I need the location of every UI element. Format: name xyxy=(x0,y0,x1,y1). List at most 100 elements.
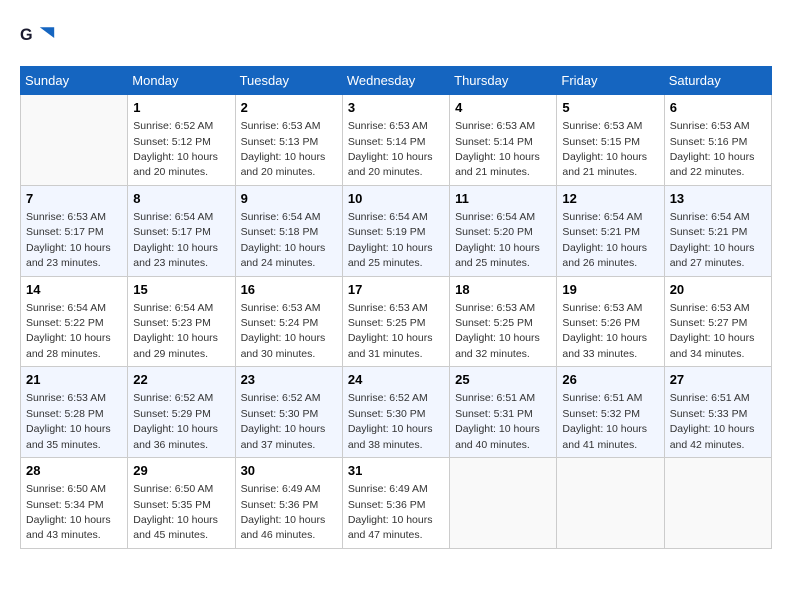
weekday-header-tuesday: Tuesday xyxy=(235,67,342,95)
day-number: 27 xyxy=(670,371,766,389)
sunrise-info: Sunrise: 6:53 AMSunset: 5:26 PMDaylight:… xyxy=(562,302,647,360)
weekday-header-wednesday: Wednesday xyxy=(342,67,449,95)
page-header: G xyxy=(20,20,772,56)
day-number: 26 xyxy=(562,371,658,389)
calendar-cell: 6 Sunrise: 6:53 AMSunset: 5:16 PMDayligh… xyxy=(664,95,771,186)
day-number: 2 xyxy=(241,99,337,117)
day-number: 13 xyxy=(670,190,766,208)
calendar-cell: 4 Sunrise: 6:53 AMSunset: 5:14 PMDayligh… xyxy=(450,95,557,186)
day-number: 1 xyxy=(133,99,229,117)
calendar-cell: 22 Sunrise: 6:52 AMSunset: 5:29 PMDaylig… xyxy=(128,367,235,458)
sunrise-info: Sunrise: 6:52 AMSunset: 5:29 PMDaylight:… xyxy=(133,392,218,450)
calendar-cell xyxy=(557,458,664,549)
calendar-cell: 14 Sunrise: 6:54 AMSunset: 5:22 PMDaylig… xyxy=(21,276,128,367)
day-number: 5 xyxy=(562,99,658,117)
calendar-cell xyxy=(664,458,771,549)
sunrise-info: Sunrise: 6:49 AMSunset: 5:36 PMDaylight:… xyxy=(241,483,326,541)
day-number: 7 xyxy=(26,190,122,208)
day-number: 10 xyxy=(348,190,444,208)
sunrise-info: Sunrise: 6:53 AMSunset: 5:13 PMDaylight:… xyxy=(241,120,326,178)
calendar-table: SundayMondayTuesdayWednesdayThursdayFrid… xyxy=(20,66,772,549)
svg-text:G: G xyxy=(20,26,33,44)
day-number: 12 xyxy=(562,190,658,208)
day-number: 19 xyxy=(562,281,658,299)
day-number: 6 xyxy=(670,99,766,117)
calendar-cell: 28 Sunrise: 6:50 AMSunset: 5:34 PMDaylig… xyxy=(21,458,128,549)
sunrise-info: Sunrise: 6:51 AMSunset: 5:32 PMDaylight:… xyxy=(562,392,647,450)
day-number: 16 xyxy=(241,281,337,299)
logo-icon: G xyxy=(20,20,56,56)
weekday-header-saturday: Saturday xyxy=(664,67,771,95)
calendar-cell xyxy=(21,95,128,186)
sunrise-info: Sunrise: 6:54 AMSunset: 5:22 PMDaylight:… xyxy=(26,302,111,360)
day-number: 4 xyxy=(455,99,551,117)
sunrise-info: Sunrise: 6:54 AMSunset: 5:20 PMDaylight:… xyxy=(455,211,540,269)
weekday-header-sunday: Sunday xyxy=(21,67,128,95)
calendar-cell: 12 Sunrise: 6:54 AMSunset: 5:21 PMDaylig… xyxy=(557,185,664,276)
calendar-cell: 17 Sunrise: 6:53 AMSunset: 5:25 PMDaylig… xyxy=(342,276,449,367)
sunrise-info: Sunrise: 6:50 AMSunset: 5:35 PMDaylight:… xyxy=(133,483,218,541)
sunrise-info: Sunrise: 6:53 AMSunset: 5:24 PMDaylight:… xyxy=(241,302,326,360)
day-number: 3 xyxy=(348,99,444,117)
calendar-cell: 15 Sunrise: 6:54 AMSunset: 5:23 PMDaylig… xyxy=(128,276,235,367)
sunrise-info: Sunrise: 6:51 AMSunset: 5:31 PMDaylight:… xyxy=(455,392,540,450)
sunrise-info: Sunrise: 6:49 AMSunset: 5:36 PMDaylight:… xyxy=(348,483,433,541)
calendar-cell: 25 Sunrise: 6:51 AMSunset: 5:31 PMDaylig… xyxy=(450,367,557,458)
calendar-week-row: 21 Sunrise: 6:53 AMSunset: 5:28 PMDaylig… xyxy=(21,367,772,458)
calendar-cell: 8 Sunrise: 6:54 AMSunset: 5:17 PMDayligh… xyxy=(128,185,235,276)
calendar-cell: 2 Sunrise: 6:53 AMSunset: 5:13 PMDayligh… xyxy=(235,95,342,186)
day-number: 20 xyxy=(670,281,766,299)
calendar-cell: 29 Sunrise: 6:50 AMSunset: 5:35 PMDaylig… xyxy=(128,458,235,549)
day-number: 23 xyxy=(241,371,337,389)
sunrise-info: Sunrise: 6:54 AMSunset: 5:19 PMDaylight:… xyxy=(348,211,433,269)
sunrise-info: Sunrise: 6:51 AMSunset: 5:33 PMDaylight:… xyxy=(670,392,755,450)
sunrise-info: Sunrise: 6:52 AMSunset: 5:12 PMDaylight:… xyxy=(133,120,218,178)
calendar-cell: 19 Sunrise: 6:53 AMSunset: 5:26 PMDaylig… xyxy=(557,276,664,367)
day-number: 8 xyxy=(133,190,229,208)
day-number: 21 xyxy=(26,371,122,389)
sunrise-info: Sunrise: 6:52 AMSunset: 5:30 PMDaylight:… xyxy=(348,392,433,450)
logo: G xyxy=(20,20,60,56)
day-number: 15 xyxy=(133,281,229,299)
calendar-cell: 20 Sunrise: 6:53 AMSunset: 5:27 PMDaylig… xyxy=(664,276,771,367)
weekday-header-thursday: Thursday xyxy=(450,67,557,95)
day-number: 17 xyxy=(348,281,444,299)
calendar-cell: 30 Sunrise: 6:49 AMSunset: 5:36 PMDaylig… xyxy=(235,458,342,549)
calendar-cell: 31 Sunrise: 6:49 AMSunset: 5:36 PMDaylig… xyxy=(342,458,449,549)
day-number: 9 xyxy=(241,190,337,208)
day-number: 24 xyxy=(348,371,444,389)
calendar-cell: 27 Sunrise: 6:51 AMSunset: 5:33 PMDaylig… xyxy=(664,367,771,458)
calendar-cell: 9 Sunrise: 6:54 AMSunset: 5:18 PMDayligh… xyxy=(235,185,342,276)
calendar-cell: 23 Sunrise: 6:52 AMSunset: 5:30 PMDaylig… xyxy=(235,367,342,458)
calendar-cell: 3 Sunrise: 6:53 AMSunset: 5:14 PMDayligh… xyxy=(342,95,449,186)
day-number: 14 xyxy=(26,281,122,299)
calendar-cell: 7 Sunrise: 6:53 AMSunset: 5:17 PMDayligh… xyxy=(21,185,128,276)
sunrise-info: Sunrise: 6:54 AMSunset: 5:21 PMDaylight:… xyxy=(670,211,755,269)
day-number: 30 xyxy=(241,462,337,480)
sunrise-info: Sunrise: 6:52 AMSunset: 5:30 PMDaylight:… xyxy=(241,392,326,450)
sunrise-info: Sunrise: 6:53 AMSunset: 5:14 PMDaylight:… xyxy=(348,120,433,178)
calendar-cell: 26 Sunrise: 6:51 AMSunset: 5:32 PMDaylig… xyxy=(557,367,664,458)
calendar-cell: 21 Sunrise: 6:53 AMSunset: 5:28 PMDaylig… xyxy=(21,367,128,458)
sunrise-info: Sunrise: 6:53 AMSunset: 5:14 PMDaylight:… xyxy=(455,120,540,178)
sunrise-info: Sunrise: 6:53 AMSunset: 5:25 PMDaylight:… xyxy=(348,302,433,360)
sunrise-info: Sunrise: 6:53 AMSunset: 5:28 PMDaylight:… xyxy=(26,392,111,450)
calendar-cell: 1 Sunrise: 6:52 AMSunset: 5:12 PMDayligh… xyxy=(128,95,235,186)
calendar-week-row: 14 Sunrise: 6:54 AMSunset: 5:22 PMDaylig… xyxy=(21,276,772,367)
day-number: 25 xyxy=(455,371,551,389)
calendar-cell: 10 Sunrise: 6:54 AMSunset: 5:19 PMDaylig… xyxy=(342,185,449,276)
calendar-week-row: 28 Sunrise: 6:50 AMSunset: 5:34 PMDaylig… xyxy=(21,458,772,549)
sunrise-info: Sunrise: 6:54 AMSunset: 5:18 PMDaylight:… xyxy=(241,211,326,269)
calendar-cell: 24 Sunrise: 6:52 AMSunset: 5:30 PMDaylig… xyxy=(342,367,449,458)
calendar-cell: 18 Sunrise: 6:53 AMSunset: 5:25 PMDaylig… xyxy=(450,276,557,367)
day-number: 28 xyxy=(26,462,122,480)
sunrise-info: Sunrise: 6:53 AMSunset: 5:25 PMDaylight:… xyxy=(455,302,540,360)
day-number: 11 xyxy=(455,190,551,208)
weekday-header-friday: Friday xyxy=(557,67,664,95)
day-number: 18 xyxy=(455,281,551,299)
day-number: 22 xyxy=(133,371,229,389)
calendar-week-row: 1 Sunrise: 6:52 AMSunset: 5:12 PMDayligh… xyxy=(21,95,772,186)
calendar-cell: 5 Sunrise: 6:53 AMSunset: 5:15 PMDayligh… xyxy=(557,95,664,186)
sunrise-info: Sunrise: 6:50 AMSunset: 5:34 PMDaylight:… xyxy=(26,483,111,541)
sunrise-info: Sunrise: 6:53 AMSunset: 5:15 PMDaylight:… xyxy=(562,120,647,178)
